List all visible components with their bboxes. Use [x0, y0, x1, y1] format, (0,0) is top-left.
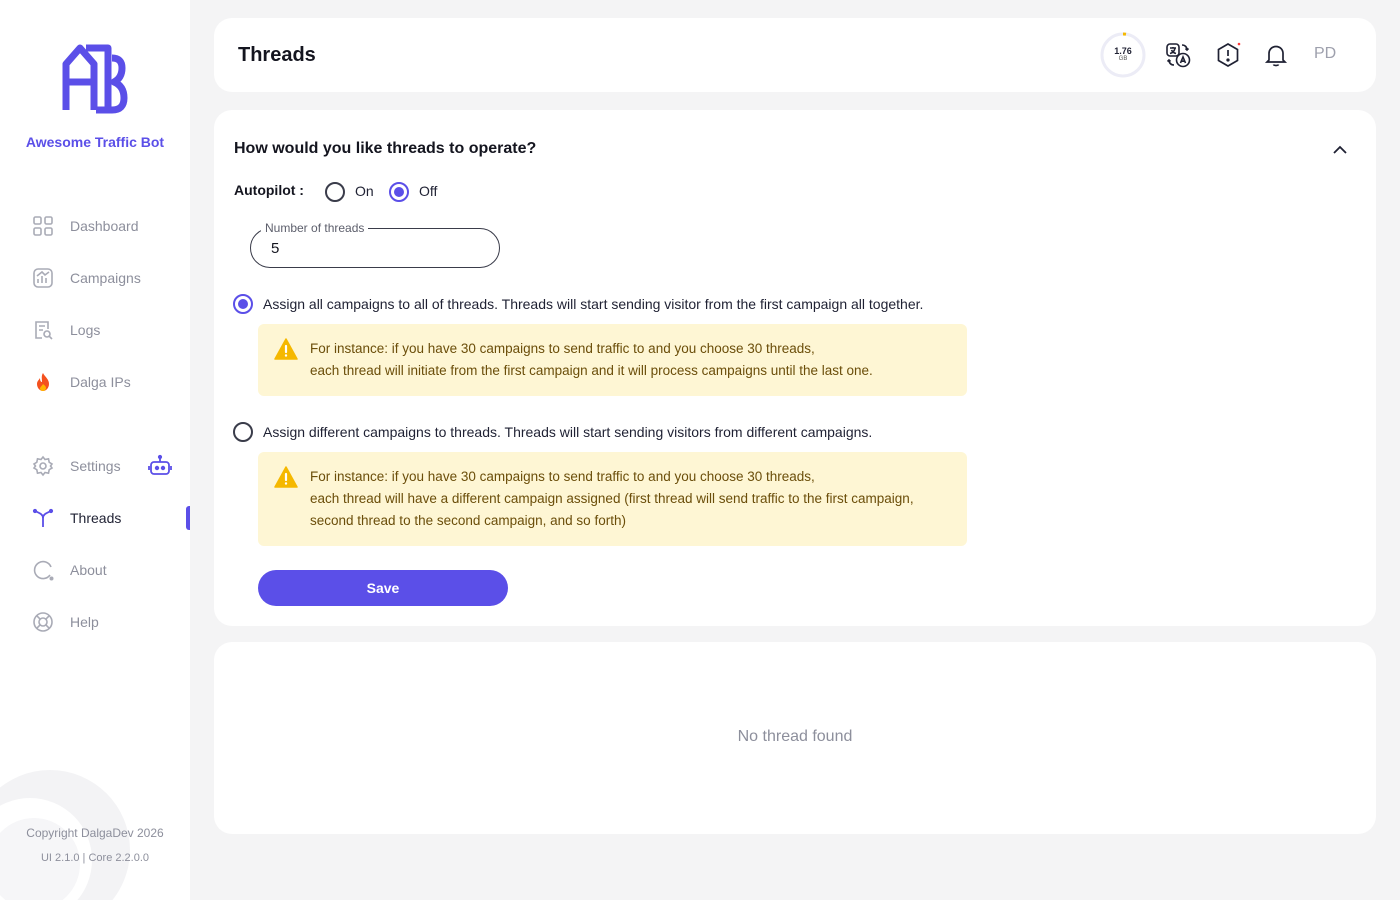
empty-state-text: No thread found — [737, 728, 853, 745]
note-line: each thread will have a different campai… — [310, 491, 914, 506]
assign-different-radio[interactable] — [233, 422, 253, 442]
note-line: For instance: if you have 30 campaigns t… — [310, 469, 815, 484]
dashboard-icon — [30, 213, 56, 239]
sidebar: Awesome Traffic Bot Dashboard Campaigns … — [0, 0, 190, 900]
logs-icon — [30, 317, 56, 343]
sidebar-item-campaigns[interactable]: Campaigns — [30, 264, 190, 292]
note-line: each thread will initiate from the first… — [310, 363, 873, 378]
warning-icon — [274, 338, 298, 360]
assign-all-label[interactable]: Assign all campaigns to all of threads. … — [263, 296, 923, 312]
note-line: For instance: if you have 30 campaigns t… — [310, 341, 815, 356]
assign-different-note: For instance: if you have 30 campaigns t… — [258, 452, 967, 546]
usage-value: 1.76 — [1114, 46, 1132, 56]
autopilot-on-label[interactable]: On — [355, 183, 374, 199]
gear-icon — [30, 453, 56, 479]
assign-all-note: For instance: if you have 30 campaigns t… — [258, 324, 967, 396]
autopilot-label: Autopilot : — [234, 182, 304, 198]
about-icon — [30, 557, 56, 583]
app-logo[interactable] — [60, 38, 130, 114]
section-title: How would you like threads to operate? — [234, 140, 537, 157]
usage-gauge[interactable]: 1.76 GB — [1100, 32, 1146, 78]
note-line: second thread to the second campaign, an… — [310, 513, 626, 528]
top-header: Threads 1.76 GB PD — [214, 18, 1376, 92]
sidebar-item-label: Help — [70, 614, 99, 630]
active-indicator — [186, 506, 190, 530]
threads-count-value: 5 — [271, 240, 280, 257]
fire-icon — [30, 369, 56, 395]
assign-all-radio[interactable] — [233, 294, 253, 314]
sidebar-item-label: Threads — [70, 510, 122, 526]
robot-icon[interactable] — [148, 454, 172, 478]
sidebar-item-help[interactable]: Help — [30, 608, 190, 636]
autopilot-off-radio[interactable] — [389, 182, 409, 202]
brand-name: Awesome Traffic Bot — [25, 134, 165, 150]
sidebar-item-label: Dalga IPs — [70, 374, 131, 390]
translate-icon[interactable] — [1165, 42, 1191, 68]
save-button[interactable]: Save — [258, 570, 508, 606]
threads-count-input[interactable]: Number of threads 5 — [250, 221, 500, 268]
alert-icon[interactable] — [1215, 42, 1241, 68]
lifebuoy-icon — [30, 609, 56, 635]
assign-different-label[interactable]: Assign different campaigns to threads. T… — [263, 424, 872, 440]
autopilot-off-label[interactable]: Off — [419, 183, 437, 199]
sidebar-item-logs[interactable]: Logs — [30, 316, 190, 344]
sidebar-item-label: About — [70, 562, 107, 578]
threads-icon — [30, 505, 56, 531]
warning-icon — [274, 466, 298, 488]
sidebar-item-about[interactable]: About — [30, 556, 190, 584]
sidebar-item-label: Logs — [70, 322, 101, 338]
campaigns-icon — [30, 265, 56, 291]
sidebar-item-label: Dashboard — [70, 218, 139, 234]
sidebar-item-label: Campaigns — [70, 270, 141, 286]
sidebar-item-threads[interactable]: Threads — [30, 504, 190, 532]
sidebar-item-dashboard[interactable]: Dashboard — [30, 212, 190, 240]
sidebar-item-label: Settings — [70, 458, 121, 474]
usage-unit: GB — [1118, 56, 1128, 62]
threads-count-label: Number of threads — [261, 221, 369, 235]
sidebar-item-dalga-ips[interactable]: Dalga IPs — [30, 368, 190, 396]
bell-icon[interactable] — [1263, 42, 1289, 68]
thread-settings-card: How would you like threads to operate? A… — [214, 110, 1376, 626]
version-text: UI 2.1.0 | Core 2.2.0.0 — [40, 852, 150, 864]
page-title: Threads — [238, 44, 316, 66]
chevron-up-icon[interactable] — [1330, 140, 1350, 160]
autopilot-on-radio[interactable] — [325, 182, 345, 202]
threads-list-card: No thread found — [214, 642, 1376, 834]
user-avatar[interactable]: PD — [1314, 45, 1336, 63]
copyright-text: Copyright DalgaDev 2026 — [26, 826, 164, 840]
